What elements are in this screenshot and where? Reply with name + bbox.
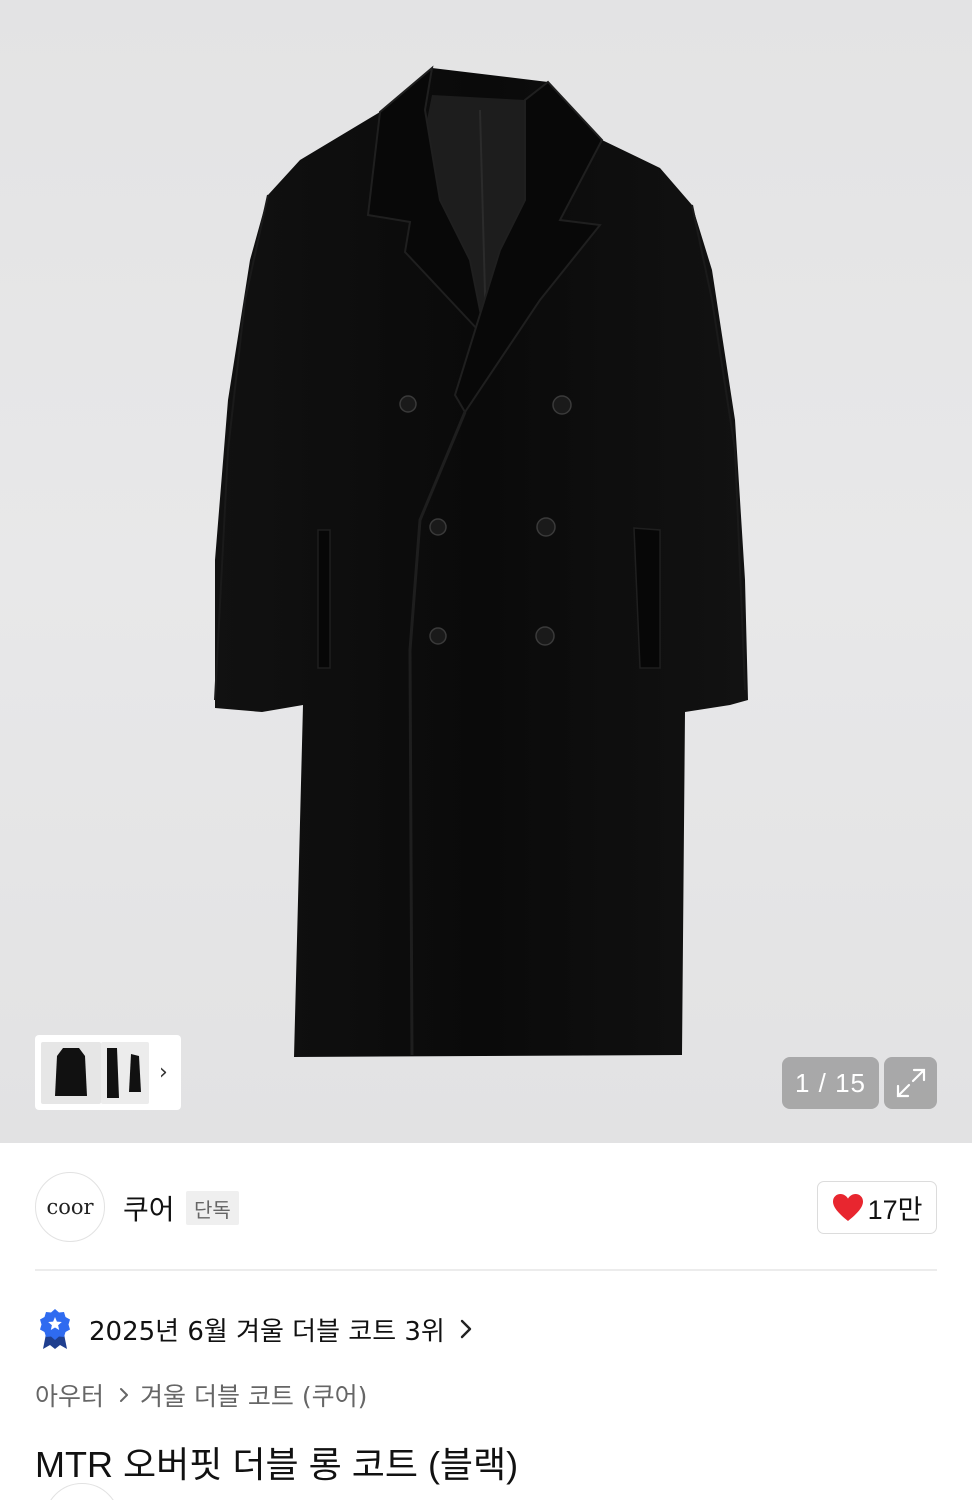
breadcrumb-item-category[interactable]: 아우터 <box>35 1377 104 1413</box>
product-image-gallery[interactable]: › 1 / 15 <box>0 0 972 1143</box>
breadcrumb: 아우터 겨울 더블 코트 (쿠어) <box>35 1377 367 1413</box>
ranking-text: 2025년 6월 겨울 더블 코트 3위 <box>89 1316 445 1347</box>
like-count: 17만 <box>867 1195 923 1225</box>
thumbnail-strip[interactable]: › <box>35 1035 181 1110</box>
expand-icon <box>896 1068 925 1098</box>
chevron-right-icon <box>120 1388 129 1402</box>
expand-button[interactable] <box>884 1057 937 1109</box>
coat-product-image <box>214 65 748 1057</box>
brand-name[interactable]: 쿠어 <box>123 1188 175 1228</box>
image-counter: 1 / 15 <box>782 1057 879 1109</box>
exclusive-badge: 단독 <box>186 1191 239 1225</box>
thumbnail-front[interactable] <box>41 1041 101 1104</box>
brand-logo[interactable]: coor <box>35 1172 105 1242</box>
like-button[interactable]: 17만 <box>817 1181 937 1234</box>
chevron-right-icon <box>460 1319 472 1339</box>
ranking-medal-icon <box>40 1309 70 1349</box>
divider <box>35 1269 937 1271</box>
thumbnail-side[interactable] <box>101 1041 149 1104</box>
brand-row: coor 쿠어 단독 17만 <box>35 1172 937 1244</box>
chevron-right-icon[interactable]: › <box>159 1060 168 1085</box>
heart-icon <box>832 1193 863 1221</box>
breadcrumb-item-subcategory[interactable]: 겨울 더블 코트 (쿠어) <box>140 1377 367 1413</box>
ranking-link[interactable]: 2025년 6월 겨울 더블 코트 3위 <box>37 1307 473 1351</box>
product-title: MTR 오버핏 더블 롱 코트 (블랙) <box>35 1444 519 1485</box>
